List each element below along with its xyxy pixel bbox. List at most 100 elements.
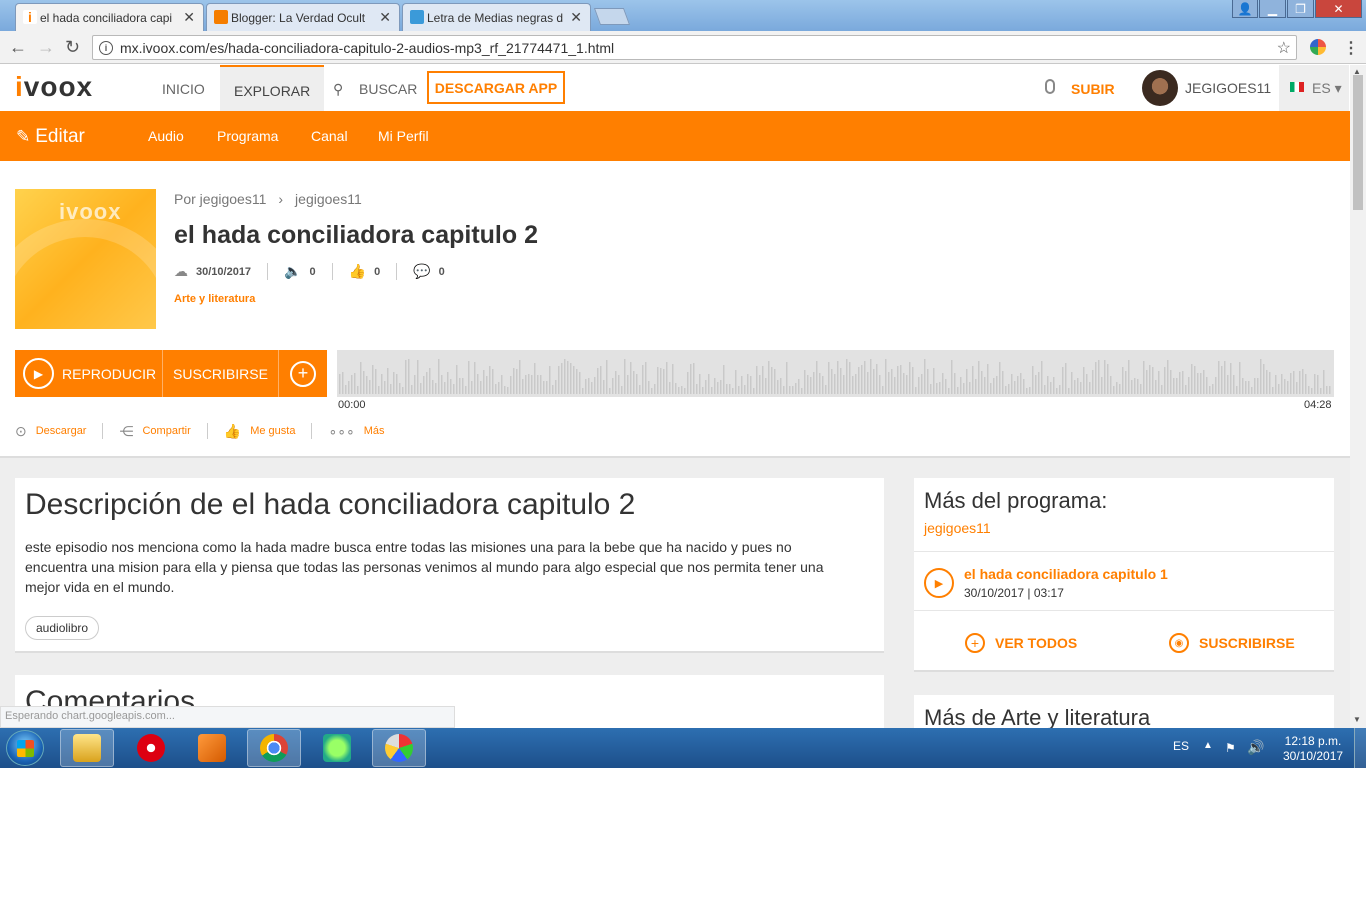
waveform-bar [666, 362, 668, 394]
waveform-bar [618, 375, 620, 394]
waveform-bar [498, 382, 500, 394]
comment-icon: 💬 [413, 263, 431, 279]
view-all-button[interactable]: + VER TODOS [965, 633, 1077, 653]
upload-link[interactable]: SUBIR [1071, 81, 1115, 97]
volume-icon[interactable]: 🔊 [1247, 739, 1264, 756]
waveform-bar [978, 361, 980, 394]
page-scrollbar[interactable]: ▲ ▼ [1350, 65, 1366, 728]
show-desktop-button[interactable] [1354, 728, 1366, 768]
ivoox-logo[interactable]: ivoox [15, 71, 93, 103]
waveform-bar [1068, 388, 1070, 394]
like-action[interactable]: 👍 Me gusta [208, 423, 313, 439]
play-label: REPRODUCIR [62, 365, 157, 382]
category-link[interactable]: Arte y literatura [174, 293, 255, 305]
info-icon[interactable]: i [99, 40, 113, 55]
waveform-bar [921, 374, 923, 394]
waveform-bar [465, 386, 467, 394]
share-action[interactable]: ⋲ Compartir [103, 423, 208, 439]
bookmark-star-icon[interactable]: ☆ [1277, 38, 1291, 58]
address-bar[interactable]: i mx.ivoox.com/es/hada-conciliadora-capi… [92, 35, 1297, 60]
play-button[interactable]: ▶ REPRODUCIR [15, 350, 163, 397]
reload-icon[interactable]: ↻ [65, 37, 80, 58]
tab-close-icon[interactable]: ✕ [379, 9, 391, 26]
tab-close-icon[interactable]: ✕ [183, 9, 195, 26]
program-link[interactable]: jegigoes11 [924, 520, 991, 536]
search-icon[interactable]: ⚲ [333, 81, 343, 98]
tag-audiolibro[interactable]: audiolibro [25, 616, 100, 640]
download-app-button[interactable]: DESCARGAR APP [427, 71, 565, 104]
add-button[interactable]: + [279, 350, 327, 397]
sidebar-subscribe-button[interactable]: ◉ SUSCRIBIRSE [1169, 633, 1295, 653]
waveform-bar [876, 364, 878, 394]
edit-tab-programa[interactable]: Programa [217, 128, 278, 144]
action-center-flag-icon[interactable]: ⚑ [1225, 741, 1236, 755]
thumbs-up-icon: 👍 [348, 263, 367, 279]
waveform-bar [1170, 370, 1172, 394]
minimize-icon[interactable]: ▁ [1259, 0, 1286, 18]
tray-clock[interactable]: 12:18 p.m. 30/10/2017 [1283, 734, 1343, 764]
waveform-bar [990, 383, 992, 394]
taskbar-media-player[interactable] [185, 729, 239, 767]
nav-buscar[interactable]: BUSCAR [359, 81, 417, 97]
waveform-bar [897, 366, 899, 394]
waveform-bar [1311, 388, 1313, 394]
tab-close-icon[interactable]: ✕ [570, 9, 582, 26]
start-button[interactable] [6, 730, 44, 766]
nav-explorar[interactable]: EXPLORAR [220, 65, 325, 111]
waveform-scrubber[interactable] [337, 350, 1334, 397]
waveform-bar [588, 378, 590, 394]
tab-blogger[interactable]: Blogger: La Verdad Ocult ✕ [206, 3, 400, 31]
download-action[interactable]: ⊙ Descargar [15, 423, 104, 439]
breadcrumb-channel[interactable]: jegigoes11 [295, 191, 362, 207]
taskbar-chrome[interactable] [247, 729, 301, 767]
play-icon[interactable]: ▶ [924, 568, 954, 598]
waveform-bar [1092, 370, 1094, 394]
lyrics-favicon-icon [410, 10, 424, 24]
tab-lyrics[interactable]: Letra de Medias negras d ✕ [402, 3, 591, 31]
maximize-icon[interactable]: ❐ [1287, 0, 1314, 18]
taskbar-app-red[interactable] [124, 729, 178, 767]
more-program-title: Más del programa: [924, 488, 1108, 513]
edit-button[interactable]: ✎ Editar [16, 126, 85, 148]
forward-icon[interactable]: → [37, 37, 55, 58]
extension-icon[interactable] [1310, 39, 1326, 55]
scroll-down-icon[interactable]: ▼ [1353, 715, 1361, 724]
waveform-bar [981, 371, 983, 394]
edit-tab-canal[interactable]: Canal [311, 128, 348, 144]
tab-ivoox[interactable]: i el hada conciliadora capi ✕ [15, 3, 204, 31]
breadcrumb-author[interactable]: Por jegigoes11 [174, 191, 266, 207]
user-icon[interactable]: 👤 [1232, 0, 1258, 18]
waveform-bar [714, 378, 716, 394]
waveform-bar [1263, 364, 1265, 394]
waveform-bar [1308, 386, 1310, 394]
taskbar-app-green[interactable] [310, 729, 364, 767]
waveform-bar [1044, 385, 1046, 394]
waveform-bar [492, 369, 494, 394]
browser-menu-icon[interactable]: ⋮ [1343, 38, 1359, 58]
microphone-icon[interactable] [1045, 79, 1055, 94]
waveform-bar [459, 378, 461, 394]
waveform-bar [612, 378, 614, 394]
avatar[interactable] [1142, 70, 1178, 106]
taskbar-paint[interactable] [372, 729, 426, 767]
related-episode-title[interactable]: el hada conciliadora capitulo 1 [964, 566, 1168, 582]
edit-tab-audio[interactable]: Audio [148, 128, 184, 144]
taskbar-explorer[interactable] [60, 729, 114, 767]
language-selector[interactable]: ES ▾ [1279, 65, 1349, 111]
back-icon[interactable]: ← [9, 37, 27, 58]
tray-language[interactable]: ES [1173, 739, 1189, 753]
edit-tab-mi-perfil[interactable]: Mi Perfil [378, 128, 429, 144]
more-action[interactable]: ∘∘∘ Más [312, 423, 400, 439]
language-label: ES [1312, 80, 1331, 96]
username[interactable]: JEGIGOES11 [1185, 80, 1271, 96]
waveform-bar [1182, 371, 1184, 394]
tray-expand-icon[interactable]: ▲ [1203, 740, 1213, 751]
waveform-bar [495, 384, 497, 394]
waveform-bar [1224, 361, 1226, 394]
close-window-icon[interactable]: ✕ [1315, 0, 1362, 18]
waveform-bar [1164, 367, 1166, 394]
scrollbar-thumb[interactable] [1353, 75, 1363, 210]
new-tab-button[interactable] [593, 8, 631, 25]
subscribe-button[interactable]: SUSCRIBIRSE [163, 350, 279, 397]
nav-inicio[interactable]: INICIO [162, 81, 205, 97]
